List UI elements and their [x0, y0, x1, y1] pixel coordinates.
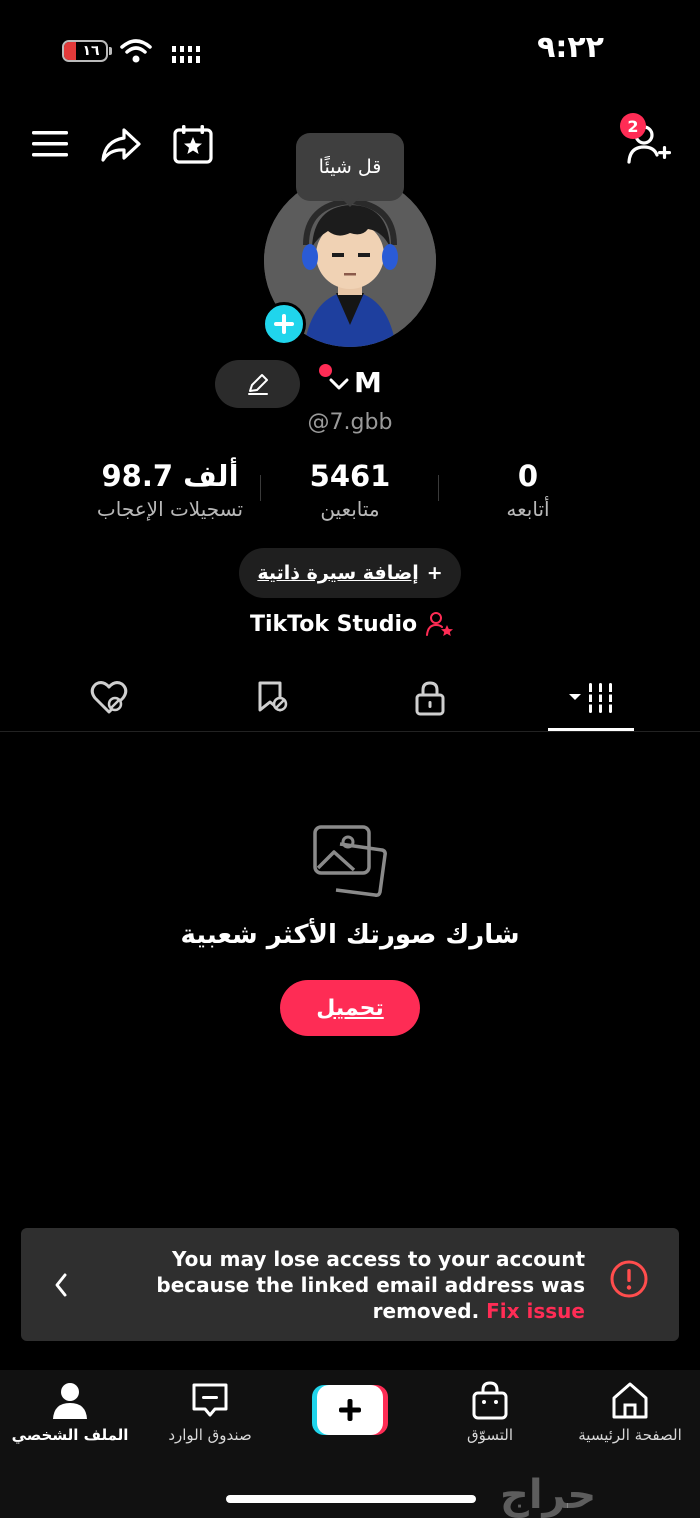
add-bio-plus: + — [426, 562, 443, 584]
tab-liked[interactable] — [64, 672, 154, 724]
friend-requests-badge: 2 — [620, 113, 646, 139]
plus-icon — [274, 314, 294, 334]
nav-home-label: الصفحة الرئيسية — [578, 1426, 682, 1444]
profile-name[interactable]: M — [354, 366, 382, 399]
home-indicator[interactable] — [226, 1495, 476, 1503]
calendar-star-icon[interactable] — [172, 123, 214, 165]
add-story-button[interactable] — [262, 302, 306, 346]
create-plus-icon — [312, 1385, 388, 1435]
chevron-left-icon[interactable] — [52, 1271, 70, 1299]
home-icon — [612, 1382, 648, 1419]
tiktok-studio-link[interactable]: TikTok Studio — [250, 610, 455, 638]
tabs-divider — [0, 731, 700, 732]
tab-active-indicator — [548, 728, 634, 731]
cellular-signal-icon — [171, 42, 201, 64]
banner-message: You may lose access to your account beca… — [140, 1246, 585, 1324]
nav-inbox[interactable]: صندوق الوارد — [140, 1380, 280, 1444]
nav-profile[interactable]: الملف الشخصي — [0, 1380, 140, 1444]
lock-icon — [415, 681, 445, 716]
nav-shop[interactable]: التسوّق — [420, 1380, 560, 1444]
stat-following[interactable]: 0 أتابعه — [418, 458, 638, 524]
tab-private[interactable] — [385, 672, 475, 724]
profile-icon — [53, 1383, 87, 1419]
tab-videos[interactable] — [546, 672, 636, 724]
tiktok-studio-label: TikTok Studio — [250, 611, 418, 637]
status-time: ٩:٢٢ — [537, 30, 604, 65]
battery-indicator: ١٦ — [62, 40, 108, 62]
grid-icon — [569, 683, 615, 713]
person-star-icon — [426, 612, 454, 636]
edit-profile-button[interactable] — [215, 360, 300, 408]
profile-username: @7.gbb — [307, 410, 393, 435]
photos-icon — [310, 822, 390, 902]
battery-level-text: ١٦ — [82, 43, 100, 59]
heart-hidden-icon — [90, 681, 128, 714]
menu-icon[interactable] — [32, 128, 68, 160]
following-label: أتابعه — [506, 497, 550, 521]
battery-tip — [109, 47, 112, 55]
nav-shop-label: التسوّق — [466, 1426, 514, 1444]
say-something-tooltip[interactable]: قل شيئًا — [296, 133, 404, 201]
create-button[interactable] — [312, 1385, 388, 1435]
battery-level-fill — [64, 42, 76, 60]
wifi-icon — [120, 38, 152, 64]
chevron-down-icon[interactable] — [328, 376, 350, 392]
add-bio-label: إضافة سيرة ذاتية — [257, 562, 419, 584]
watermark: حراج — [500, 1472, 597, 1518]
alert-icon — [609, 1259, 649, 1299]
empty-state-title: شارك صورتك الأكثر شعبية — [180, 920, 520, 950]
nav-profile-label: الملف الشخصي — [11, 1426, 129, 1444]
upload-button[interactable]: تحميل — [280, 980, 420, 1036]
nav-home[interactable]: الصفحة الرئيسية — [560, 1380, 700, 1444]
following-count: 0 — [517, 459, 539, 493]
bookmark-hidden-icon — [258, 681, 288, 712]
shopping-bag-icon — [472, 1381, 508, 1420]
tooltip-tail — [341, 198, 359, 207]
pencil-icon — [247, 374, 268, 395]
add-bio-button[interactable]: إضافة سيرة ذاتية + — [239, 548, 461, 598]
share-icon[interactable] — [100, 124, 142, 166]
tab-favorites[interactable] — [227, 672, 317, 724]
nav-inbox-label: صندوق الوارد — [168, 1426, 252, 1444]
fix-issue-link[interactable]: Fix issue — [486, 1299, 585, 1323]
inbox-icon — [192, 1383, 228, 1417]
